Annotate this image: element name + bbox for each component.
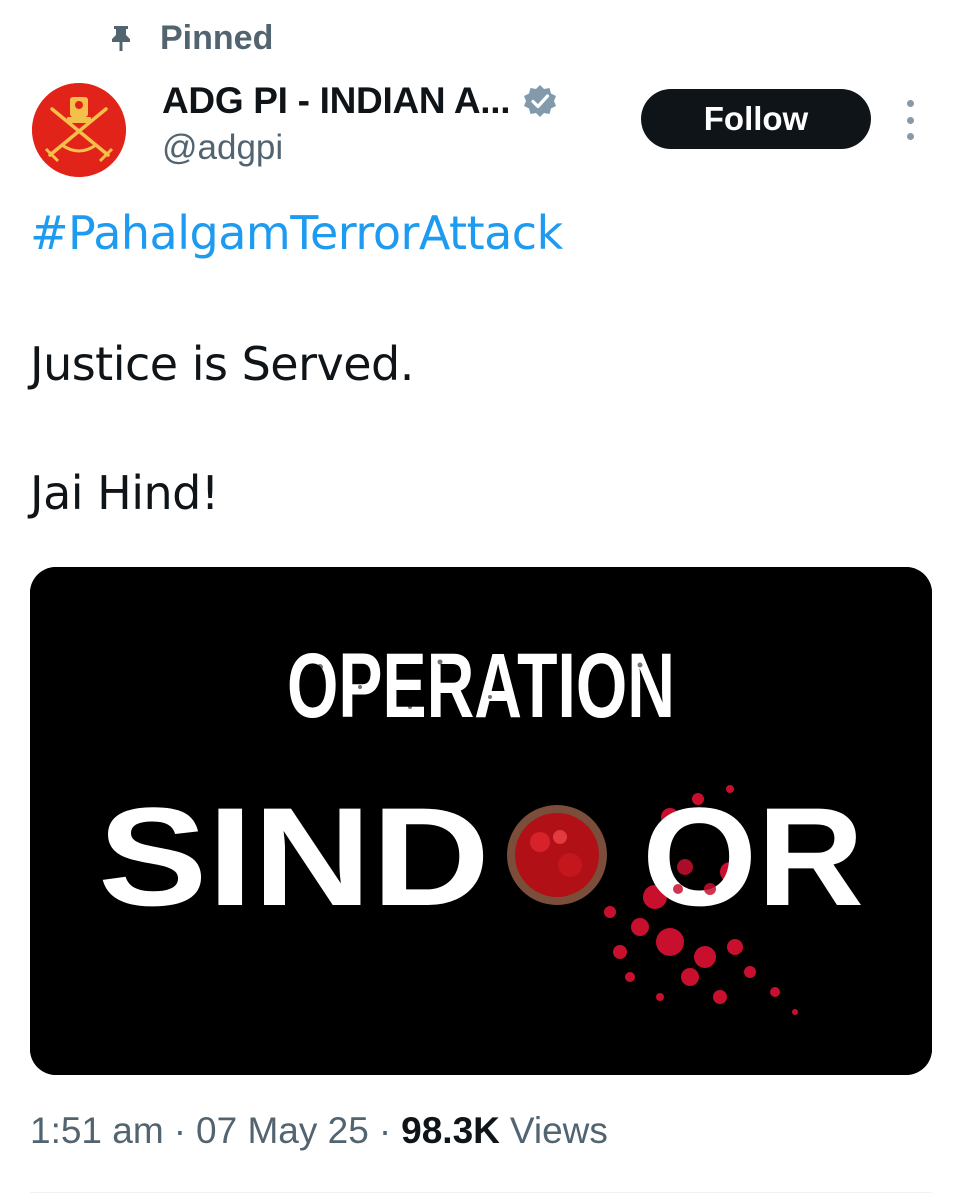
tweet-date[interactable]: 07 May 25 bbox=[196, 1110, 369, 1152]
meta-separator: · bbox=[378, 1110, 392, 1151]
tweet-time[interactable]: 1:51 am bbox=[30, 1110, 164, 1152]
sindoor-bowl-icon bbox=[507, 805, 607, 905]
media-title-operation: OPERATION bbox=[287, 635, 675, 737]
author-handle[interactable]: @adgpi bbox=[162, 128, 558, 168]
meta-separator: · bbox=[173, 1110, 187, 1151]
avatar[interactable] bbox=[32, 83, 126, 177]
media-title-sind: SIND bbox=[98, 778, 490, 935]
pin-icon bbox=[108, 23, 134, 53]
hashtag-link[interactable]: #PahalgamTerrorAttack bbox=[30, 206, 563, 260]
tweet-text-line: Jai Hind! bbox=[30, 466, 219, 520]
tweet-meta: 1:51 am · 07 May 25 · 98.3K Views bbox=[30, 1110, 608, 1152]
views-label: Views bbox=[509, 1110, 608, 1151]
media-title-or: OR bbox=[642, 778, 864, 935]
author-info[interactable]: ADG PI - INDIAN A... @adgpi bbox=[162, 78, 558, 168]
divider bbox=[30, 1192, 932, 1193]
views-count[interactable]: 98.3K bbox=[401, 1110, 500, 1152]
pinned-indicator: Pinned bbox=[108, 18, 273, 58]
army-emblem-icon bbox=[32, 83, 126, 177]
tweet-media-image[interactable]: OPERATION SIND OR bbox=[30, 567, 932, 1075]
tweet-text-line: Justice is Served. bbox=[30, 337, 414, 391]
tweet-page: Pinned ADG PI - INDIAN A... @adgpi Follo… bbox=[0, 0, 961, 1200]
pinned-label: Pinned bbox=[160, 18, 274, 57]
author-display-name[interactable]: ADG PI - INDIAN A... bbox=[162, 80, 511, 122]
more-options-icon[interactable] bbox=[899, 100, 921, 140]
verified-badge-icon bbox=[522, 83, 558, 119]
follow-button[interactable]: Follow bbox=[641, 89, 871, 149]
